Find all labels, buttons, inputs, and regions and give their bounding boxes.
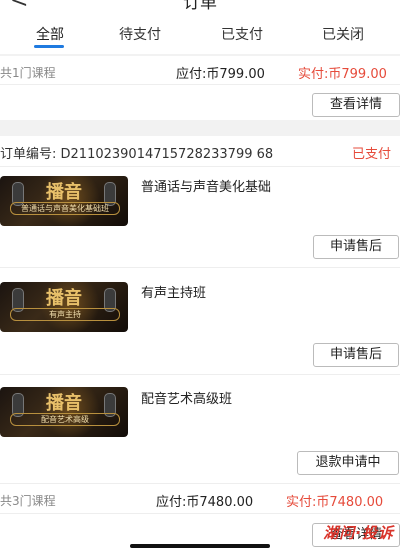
home-indicator[interactable] [130, 544, 270, 548]
payable-amount: 应付:币7480.00 [156, 495, 254, 510]
course-thumbnail[interactable]: 播音 配音艺术高级 [0, 387, 128, 437]
thumbnail-title: 播音 [46, 288, 82, 309]
order-card-2: 订单编号: D2110239014715728233799 68 已支付 播音 … [0, 136, 400, 551]
course-name[interactable]: 有声主持班 [141, 282, 206, 301]
tab-all[interactable]: 全部 [10, 24, 90, 44]
tab-pending-payment[interactable]: 待支付 [100, 24, 180, 44]
order-card-1: 共1门课程 应付:币799.00 实付:币799.00 查看详情 [0, 56, 400, 120]
divider [0, 483, 400, 484]
tab-paid[interactable]: 已支付 [202, 24, 282, 44]
order-number: 订单编号: D2110239014715728233799 68 [0, 147, 274, 162]
thumbnail-title: 播音 [46, 393, 82, 414]
course-thumbnail[interactable]: 播音 有声主持 [0, 282, 128, 332]
paid-amount: 实付:币799.00 [298, 67, 387, 82]
divider [0, 84, 400, 85]
active-tab-indicator [34, 45, 64, 48]
after-sales-button[interactable]: 申请售后 [313, 235, 399, 259]
course-name[interactable]: 配音艺术高级班 [141, 388, 232, 407]
tab-closed[interactable]: 已关闭 [303, 24, 383, 44]
course-name[interactable]: 普通话与声音美化基础 [141, 176, 271, 195]
course-count: 共1门课程 [0, 66, 56, 80]
payable-amount: 应付:币799.00 [176, 67, 265, 82]
divider [0, 267, 400, 268]
view-details-button[interactable]: 查看详情 [312, 93, 400, 117]
thumbnail-subtitle: 配音艺术高级 [10, 413, 120, 426]
thumbnail-subtitle: 普通话与声音美化基础班 [10, 202, 120, 215]
after-sales-button[interactable]: 申请售后 [313, 343, 399, 367]
page-title: 订单 [183, 0, 217, 13]
header-bar: < 订单 全部 待支付 已支付 已关闭 [0, 0, 400, 54]
refund-pending-button[interactable]: 退款申请中 [297, 451, 399, 475]
paid-amount: 实付:币7480.00 [286, 495, 384, 510]
course-count: 共3门课程 [0, 494, 56, 508]
divider [0, 166, 400, 167]
course-thumbnail[interactable]: 播音 普通话与声音美化基础班 [0, 176, 128, 226]
thumbnail-title: 播音 [46, 182, 82, 203]
thumbnail-subtitle: 有声主持 [10, 308, 120, 321]
watermark-logo: 湖问·投诉 [323, 524, 394, 542]
divider [0, 374, 400, 375]
divider [0, 513, 400, 514]
order-status: 已支付 [352, 147, 392, 162]
